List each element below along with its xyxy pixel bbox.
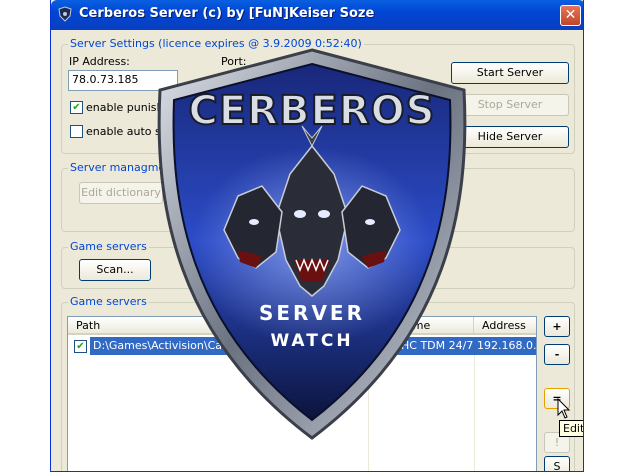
- game-servers-scan-label: Game servers: [68, 240, 149, 253]
- remove-server-button[interactable]: -: [544, 344, 570, 365]
- app-icon: [58, 6, 72, 22]
- edit-tooltip: Edit g: [559, 420, 583, 437]
- row-address: 192.168.0.5: [477, 339, 537, 352]
- logo-subtitle-line1: SERVER: [259, 301, 365, 325]
- mouse-cursor-icon: [557, 398, 571, 419]
- column-header-address[interactable]: Address: [474, 317, 536, 335]
- enable-punishment-checkbox[interactable]: ✔: [70, 101, 83, 114]
- ip-address-label: IP Address:: [69, 55, 130, 68]
- row-checkbox[interactable]: ✔: [74, 340, 87, 353]
- window-title: Cerberos Server (c) by [FuN]Keiser Soze: [79, 6, 375, 21]
- logo-subtitle-line2: WATCH: [270, 331, 353, 351]
- game-servers-list-label: Game servers: [68, 295, 149, 308]
- cerberos-logo: CERBEROS SERVER WATCH: [157, 48, 467, 440]
- enable-auto-start-checkbox[interactable]: [70, 125, 83, 138]
- logo-title: CERBEROS: [189, 88, 436, 134]
- edit-dictionary-button[interactable]: Edit dictionary: [79, 182, 163, 204]
- scan-button[interactable]: Scan...: [79, 259, 151, 281]
- title-bar[interactable]: Cerberos Server (c) by [FuN]Keiser Soze …: [51, 0, 583, 30]
- add-server-button[interactable]: +: [544, 316, 570, 337]
- server-settings-button[interactable]: S: [544, 456, 570, 471]
- column-divider: [474, 337, 475, 471]
- close-button[interactable]: ✕: [560, 5, 581, 26]
